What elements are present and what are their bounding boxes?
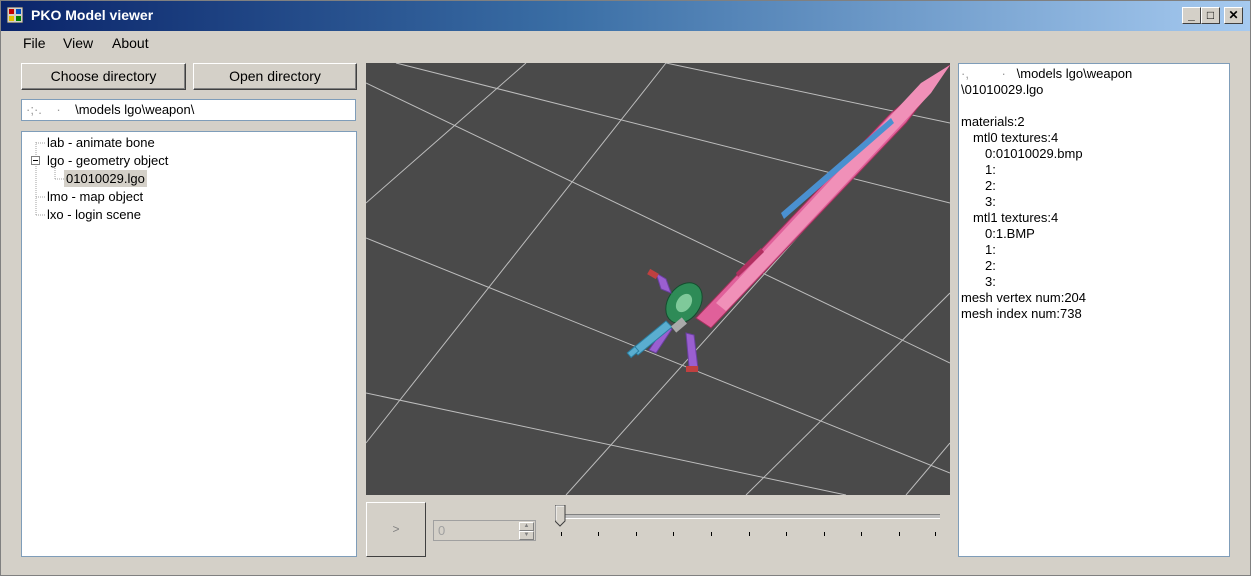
info-masked-prefix: ·, · [961, 66, 1017, 81]
tree-expander-icon[interactable] [31, 156, 40, 165]
slider-tick [861, 532, 862, 536]
minimize-button[interactable]: _ [1182, 7, 1201, 24]
app-window: PKO Model viewer _ □ ✕ File View About C… [0, 0, 1251, 576]
window-title: PKO Model viewer [31, 7, 154, 23]
info-line: mtl0 textures:4 [973, 130, 1059, 145]
tree-item-lxo[interactable]: lxo - login scene [47, 207, 141, 222]
menu-bar: File View About [1, 31, 1250, 55]
info-line: 1: [985, 242, 996, 257]
timeline-slider-thumb[interactable] [555, 505, 566, 527]
menu-view[interactable]: View [63, 35, 93, 51]
slider-tick [598, 532, 599, 536]
frame-value: 0 [438, 523, 446, 538]
info-line: mesh vertex num:204 [961, 290, 1087, 305]
info-line [961, 98, 1227, 114]
info-line: materials:2 [961, 114, 1025, 129]
maximize-button[interactable]: □ [1201, 7, 1220, 24]
info-line: 0:1.BMP [985, 226, 1035, 241]
slider-tick [636, 532, 637, 536]
info-line: ·, · \models lgo\weapon [961, 66, 1227, 82]
model-render [366, 63, 950, 495]
info-line: 3: [985, 274, 996, 289]
info-line: \01010029.lgo [961, 82, 1044, 97]
menu-file[interactable]: File [23, 35, 46, 51]
path-masked-prefix: ·;·. · [26, 102, 76, 117]
info-line: mtl1 textures:4 [973, 210, 1059, 225]
timeline-slider-track[interactable] [561, 514, 940, 519]
slider-tick [711, 532, 712, 536]
choose-directory-button[interactable]: Choose directory [21, 63, 186, 90]
info-line: mesh index num:738 [961, 306, 1082, 321]
app-icon [7, 7, 23, 23]
title-bar[interactable]: PKO Model viewer _ □ ✕ [1, 1, 1250, 31]
tree-item-lgo[interactable]: lgo - geometry object [47, 153, 168, 168]
info-line: 3: [985, 194, 996, 209]
info-line: 0:01010029.bmp [985, 146, 1083, 161]
slider-tick [899, 532, 900, 536]
menu-about[interactable]: About [112, 35, 149, 51]
slider-tick [673, 532, 674, 536]
slider-tick [749, 532, 750, 536]
info-line: 2: [985, 258, 996, 273]
play-button[interactable]: > [366, 502, 426, 557]
slider-tick [935, 532, 936, 536]
directory-path-input[interactable]: ·;·. · \models lgo\weapon\ [21, 99, 356, 121]
info-line: 2: [985, 178, 996, 193]
spin-down-icon[interactable]: ▼ [519, 531, 534, 540]
close-button[interactable]: ✕ [1224, 7, 1243, 24]
3d-viewport[interactable] [366, 63, 950, 495]
model-info-panel[interactable]: ·, · \models lgo\weapon \01010029.lgo ma… [958, 63, 1230, 557]
tree-item-lmo[interactable]: lmo - map object [47, 189, 143, 204]
tree-item-01010029[interactable]: 01010029.lgo [64, 170, 147, 187]
tree-item-lab[interactable]: lab - animate bone [47, 135, 155, 150]
spin-up-icon[interactable]: ▲ [519, 522, 534, 531]
info-path-line: \models lgo\weapon [1016, 66, 1133, 81]
info-line: 1: [985, 162, 996, 177]
slider-tick [786, 532, 787, 536]
frame-spinbox[interactable]: 0 ▲ ▼ [433, 520, 536, 541]
sword-model [626, 64, 950, 372]
slider-tick [824, 532, 825, 536]
slider-tick [561, 532, 562, 536]
path-value: \models lgo\weapon\ [75, 102, 195, 117]
open-directory-button[interactable]: Open directory [193, 63, 357, 90]
file-tree[interactable]: lab - animate bone lgo - geometry object… [21, 131, 357, 557]
